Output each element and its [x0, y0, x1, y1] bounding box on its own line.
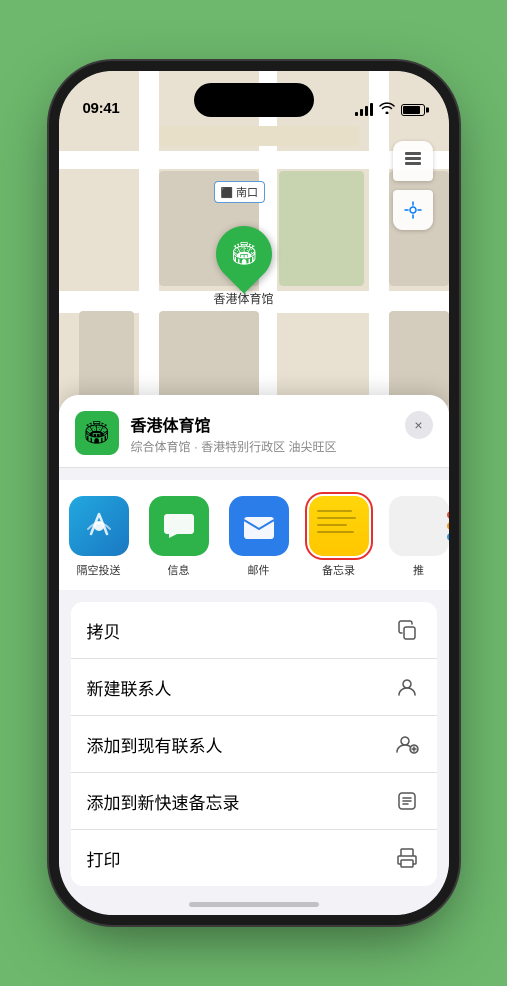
add-note-icon — [393, 787, 421, 815]
close-button[interactable]: × — [405, 411, 433, 439]
battery-icon — [401, 104, 425, 116]
venue-subtitle: 综合体育馆 · 香港特别行政区 油尖旺区 — [131, 438, 433, 455]
venue-header: 🏟 香港体育馆 综合体育馆 · 香港特别行政区 油尖旺区 × — [59, 395, 449, 468]
notes-icon — [309, 496, 369, 556]
copy-label: 拷贝 — [87, 618, 121, 643]
notes-label: 备忘录 — [322, 562, 355, 578]
action-new-contact[interactable]: 新建联系人 — [71, 659, 437, 716]
phone-frame: 09:41 — [59, 71, 449, 915]
more-icon — [389, 496, 449, 556]
map-label: ⬛ 南口 — [214, 181, 266, 203]
messages-label: 信息 — [168, 562, 190, 578]
airdrop-label: 隔空投送 — [77, 562, 121, 578]
venue-icon: 🏟 — [75, 411, 119, 455]
copy-icon — [393, 616, 421, 644]
action-list: 拷贝 新建联系人 — [71, 602, 437, 886]
add-existing-icon — [393, 730, 421, 758]
venue-info: 香港体育馆 综合体育馆 · 香港特别行政区 油尖旺区 — [131, 412, 433, 455]
venue-name: 香港体育馆 — [131, 412, 433, 436]
share-mail[interactable]: 邮件 — [219, 496, 299, 578]
more-label: 推 — [413, 562, 424, 578]
airdrop-icon — [69, 496, 129, 556]
map-layers-button[interactable] — [393, 141, 433, 181]
action-add-note[interactable]: 添加到新快速备忘录 — [71, 773, 437, 830]
status-icons — [355, 102, 425, 117]
share-more[interactable]: 推 — [379, 496, 449, 578]
mail-label: 邮件 — [248, 562, 270, 578]
add-existing-label: 添加到现有联系人 — [87, 732, 223, 757]
new-contact-label: 新建联系人 — [87, 675, 172, 700]
share-row: 隔空投送 信息 — [59, 480, 449, 590]
map-pin: 🏟 香港体育馆 — [214, 226, 274, 307]
location-button[interactable] — [393, 190, 433, 230]
action-add-existing[interactable]: 添加到现有联系人 — [71, 716, 437, 773]
wifi-icon — [379, 102, 395, 117]
dynamic-island — [194, 83, 314, 117]
share-airdrop[interactable]: 隔空投送 — [59, 496, 139, 578]
share-messages[interactable]: 信息 — [139, 496, 219, 578]
action-print[interactable]: 打印 — [71, 830, 437, 886]
add-note-label: 添加到新快速备忘录 — [87, 789, 240, 814]
messages-icon — [149, 496, 209, 556]
new-contact-icon — [393, 673, 421, 701]
status-time: 09:41 — [83, 100, 120, 117]
action-copy[interactable]: 拷贝 — [71, 602, 437, 659]
print-label: 打印 — [87, 846, 121, 871]
map-controls — [393, 141, 433, 230]
bottom-sheet: 🏟 香港体育馆 综合体育馆 · 香港特别行政区 油尖旺区 × — [59, 395, 449, 915]
mail-icon — [229, 496, 289, 556]
print-icon — [393, 844, 421, 872]
home-indicator — [189, 902, 319, 907]
signal-bars-icon — [355, 104, 373, 116]
share-notes[interactable]: 备忘录 — [299, 496, 379, 578]
